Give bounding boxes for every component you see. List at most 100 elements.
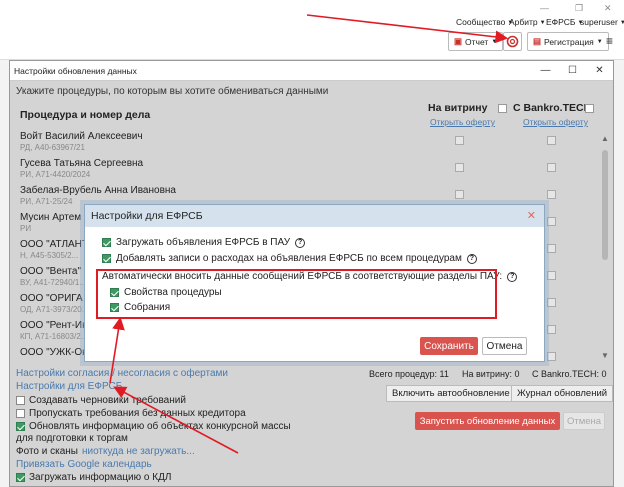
bankro-checkbox[interactable] — [547, 298, 556, 307]
option-update-assets-cont: для подготовки к торгам — [16, 433, 128, 444]
menu-user[interactable]: superuser ▼ — [580, 17, 624, 27]
procedure-name: Забелая-Врубель Анна Ивановна — [20, 185, 176, 196]
case-number: РИ — [20, 224, 32, 233]
maximize-icon[interactable]: ☐ — [559, 61, 586, 81]
bankro-checkbox[interactable] — [547, 325, 556, 334]
help-icon[interactable]: ? — [507, 271, 518, 282]
scrollbar-thumb[interactable] — [602, 150, 608, 260]
procedure-name: ООО "УЖК-Ок — [20, 347, 87, 358]
report-button[interactable]: ▣ Отчет ▼ — [448, 32, 504, 51]
chevron-down-icon: ▼ — [619, 20, 624, 26]
case-number: ВУ, А41-72940/1... — [20, 278, 87, 287]
app-header: — ❐ ✕ Сообщество ▼ Арбитр ▼ ЕФРСБ ▼ superus… — [0, 0, 624, 60]
disagreement-settings-link[interactable]: Настройки согласия / несогласия с оферта… — [16, 368, 228, 379]
bankro-count: С Bankro.TECH: 0 — [532, 369, 607, 379]
option-drafts[interactable]: Создавать черновики требований — [16, 395, 186, 406]
close-app-icon[interactable]: ✕ — [604, 3, 612, 14]
cancel-button[interactable]: Отмена — [563, 412, 605, 430]
bankro-checkbox[interactable] — [547, 217, 556, 226]
showcase-count: На витрину: 0 — [462, 369, 520, 379]
photo-source-link[interactable]: ниоткуда не загружать... — [82, 446, 195, 457]
help-icon[interactable]: ? — [466, 253, 477, 264]
option-add-expense[interactable]: Добавлять записи о расходах на объявлени… — [102, 253, 477, 264]
option-kdl[interactable]: Загружать информацию о КДЛ — [16, 472, 171, 483]
case-number: РД, А40-63967/21 — [20, 143, 85, 152]
registration-button[interactable]: ▤ Регистрация ▼ — [527, 32, 609, 51]
document-icon: ▤ — [533, 36, 542, 46]
procedure-name: ООО "АТЛАНТ — [20, 239, 89, 250]
case-number: Н, А45-5305/2... — [20, 251, 79, 260]
restore-icon[interactable]: ❐ — [575, 3, 583, 14]
total-procedures: Всего процедур: 11 — [369, 369, 449, 379]
scroll-up-icon[interactable]: ▲ — [601, 134, 609, 143]
google-calendar-link[interactable]: Привязать Google календарь — [16, 459, 152, 470]
skip-claims-checkbox[interactable] — [16, 409, 25, 418]
add-expense-checkbox[interactable] — [102, 254, 111, 263]
chevron-down-icon: ▼ — [596, 38, 603, 45]
case-number: ОД, А71-3973/20... — [20, 305, 89, 314]
bankro-checkbox[interactable] — [547, 190, 556, 199]
hamburger-icon[interactable]: ≡ — [606, 34, 613, 48]
report-icon: ▣ — [454, 36, 463, 46]
minimize-icon[interactable]: — — [540, 3, 549, 13]
column-header-procedure: Процедура и номер дела — [20, 109, 151, 121]
close-icon[interactable]: ✕ — [586, 61, 613, 81]
column-header-bankro: С Bankro.TECH — [513, 102, 592, 114]
option-skip-claims[interactable]: Пропускать требования без данных кредито… — [16, 408, 246, 419]
procedure-name: ООО "Рент-Ин — [20, 320, 88, 331]
table-row[interactable]: Гусева Татьяна Сергеевна РИ, А71-4420/202… — [10, 157, 600, 179]
menu-arbitr[interactable]: Арбитр ▼ — [509, 17, 546, 27]
dialog-title: Настройки для ЕФРСБ — [85, 205, 544, 227]
procedure-name: Гусева Татьяна Сергеевна — [20, 158, 144, 169]
photo-row: Фото и сканы ниоткуда не загружать... — [16, 446, 195, 457]
autoupdate-button[interactable]: Включить автообновление — [386, 385, 516, 402]
option-load-ads[interactable]: Загружать объявления ЕФРСБ в ПАУ ? — [102, 237, 306, 248]
dialog-cancel-button[interactable]: Отмена — [482, 337, 527, 355]
kdl-checkbox[interactable] — [16, 473, 25, 482]
menu-efrsb[interactable]: ЕФРСБ ▼ — [546, 17, 583, 27]
procedure-name: Войт Василий Алексеевич — [20, 131, 143, 142]
drafts-checkbox[interactable] — [16, 396, 25, 405]
select-all-bankro-checkbox[interactable] — [585, 104, 594, 113]
update-log-button[interactable]: Журнал обновлений — [511, 385, 614, 402]
bankro-checkbox[interactable] — [547, 352, 556, 361]
bankro-checkbox[interactable] — [547, 244, 556, 253]
offer-link-bankro[interactable]: Открыть оферту — [523, 117, 588, 127]
menu-community[interactable]: Сообщество ▼ — [456, 17, 513, 27]
procedure-name: ООО "Вента" — [20, 266, 81, 277]
help-icon[interactable]: ? — [295, 237, 306, 248]
run-update-button[interactable]: Запустить обновление данных — [415, 412, 560, 430]
scrollbar[interactable]: ▲ ▼ — [600, 134, 610, 360]
procedure-name: Мусин Артем — [20, 212, 82, 223]
efrsb-settings-link[interactable]: Настройки для ЕФРСБ — [16, 381, 122, 392]
procedure-name: ООО "ОРИГА — [20, 293, 83, 304]
case-number: РИ, А71-4420/2024 — [20, 170, 91, 179]
showcase-checkbox[interactable] — [455, 163, 464, 172]
window-controls: — ☐ ✕ — [532, 61, 613, 81]
chevron-down-icon: ▼ — [539, 20, 546, 26]
lifebuoy-icon[interactable] — [503, 32, 522, 51]
close-icon[interactable]: ✕ — [527, 209, 536, 222]
update-assets-checkbox[interactable] — [16, 422, 25, 431]
chevron-down-icon: ▼ — [491, 38, 498, 45]
save-button[interactable]: Сохранить — [420, 337, 478, 355]
offer-link-showcase[interactable]: Открыть оферту — [430, 117, 495, 127]
case-number: РИ, А71-25/24 — [20, 197, 73, 206]
table-row[interactable]: Войт Василий Алексеевич РД, А40-63967/21 — [10, 130, 600, 152]
select-all-showcase-checkbox[interactable] — [498, 104, 507, 113]
showcase-checkbox[interactable] — [455, 136, 464, 145]
load-ads-checkbox[interactable] — [102, 238, 111, 247]
option-update-assets[interactable]: Обновлять информацию об объектах конкурс… — [16, 421, 291, 432]
window-title: Настройки обновления данных — [10, 61, 613, 81]
scroll-down-icon[interactable]: ▼ — [601, 351, 609, 360]
case-number: КП, А71-16803/2... — [20, 332, 88, 341]
annotation-highlight-box — [96, 269, 497, 319]
bankro-checkbox[interactable] — [547, 271, 556, 280]
bankro-checkbox[interactable] — [547, 136, 556, 145]
instruction-text: Укажите процедуры, по которым вы хотите … — [16, 86, 329, 97]
bankro-checkbox[interactable] — [547, 163, 556, 172]
table-row[interactable]: Забелая-Врубель Анна Ивановна РИ, А71-25/… — [10, 184, 600, 206]
minimize-icon[interactable]: — — [532, 61, 559, 81]
column-header-showcase: На витрину — [428, 102, 488, 114]
showcase-checkbox[interactable] — [455, 190, 464, 199]
